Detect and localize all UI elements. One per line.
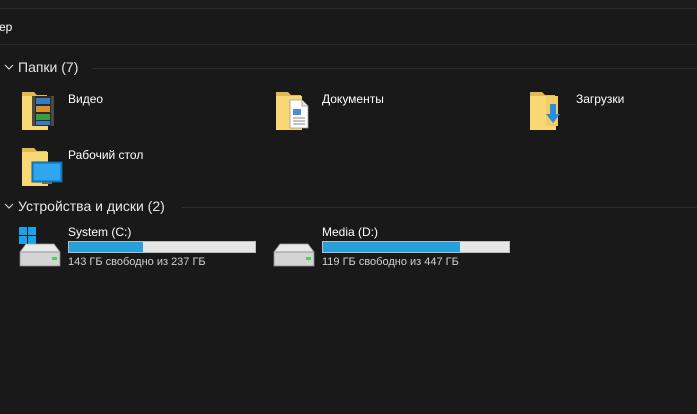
drive-usage-fill — [69, 242, 143, 252]
folder-label: Документы — [322, 92, 384, 106]
group-title: Устройства и диски (2) — [18, 198, 165, 214]
group-header-devices[interactable]: Устройства и диски (2) — [0, 196, 697, 218]
drive-usage-fill — [323, 242, 460, 252]
documents-folder-icon — [276, 92, 309, 130]
folder-label: Рабочий стол — [68, 148, 144, 162]
system-drive-icon — [19, 227, 61, 267]
folder-label: Загрузки — [576, 92, 625, 106]
folder-label: Видео — [68, 92, 104, 106]
address-text: ер — [0, 20, 13, 34]
folder-item-documents[interactable]: Документы — [272, 86, 472, 134]
drive-item-c[interactable]: System (C:) 143 ГБ свободно из 237 ГБ — [18, 224, 268, 272]
folder-item-downloads[interactable]: Загрузки — [526, 86, 686, 134]
group-divider — [92, 68, 697, 69]
group-header-folders[interactable]: Папки (7) — [0, 57, 697, 79]
address-bar[interactable]: ер — [0, 9, 697, 45]
drive-free-text: 119 ГБ свободно из 447 ГБ — [322, 256, 459, 268]
group-title: Папки (7) — [18, 59, 79, 75]
drive-item-d[interactable]: Media (D:) 119 ГБ свободно из 447 ГБ — [272, 224, 522, 272]
drive-usage-bar — [68, 241, 256, 253]
folder-item-desktop[interactable]: Рабочий стол — [18, 142, 218, 190]
group-divider — [182, 207, 697, 208]
drive-name: System (C:) — [68, 225, 132, 239]
title-bar-strip — [0, 0, 697, 9]
desktop-folder-icon — [22, 148, 63, 186]
drive-free-text: 143 ГБ свободно из 237 ГБ — [68, 256, 206, 268]
chevron-down-icon[interactable] — [3, 200, 15, 212]
video-folder-icon — [22, 92, 54, 130]
downloads-folder-icon — [530, 92, 560, 130]
drive-icon — [273, 243, 315, 267]
drive-usage-bar — [322, 241, 510, 253]
folder-item-video[interactable]: Видео — [18, 86, 218, 134]
drive-name: Media (D:) — [322, 225, 379, 239]
chevron-down-icon[interactable] — [3, 61, 15, 73]
